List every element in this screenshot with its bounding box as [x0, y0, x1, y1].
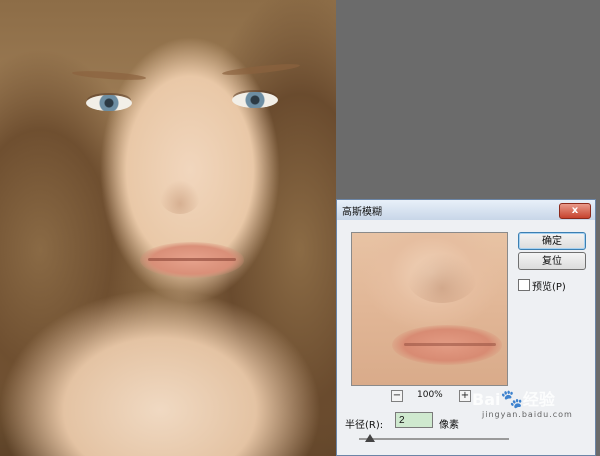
radius-label: 半径(R):: [345, 420, 384, 431]
left-eye: [86, 95, 132, 111]
preview-lip-line: [404, 343, 496, 346]
baidu-brand-suffix: 经验: [522, 390, 555, 409]
radius-input[interactable]: [395, 412, 433, 428]
radius-slider[interactable]: [359, 438, 509, 440]
preview-checkbox[interactable]: [518, 279, 530, 291]
zoom-in-icon[interactable]: +: [459, 390, 471, 402]
blur-preview[interactable]: [351, 232, 508, 386]
left-eyebrow: [71, 69, 147, 82]
zoom-out-icon[interactable]: −: [391, 390, 403, 402]
lip-line: [148, 258, 236, 261]
dialog-title: 高斯模糊: [342, 207, 382, 218]
baidu-watermark: Bai🐾经验 jingyan.baidu.com: [472, 386, 592, 426]
preview-checkbox-label: 预览(P): [532, 282, 566, 293]
dialog-titlebar[interactable]: 高斯模糊 x: [337, 200, 595, 221]
watermark-site: jingyan.baidu.com: [482, 410, 573, 419]
slider-thumb-icon[interactable]: [364, 434, 375, 442]
ok-button[interactable]: 确定: [518, 232, 586, 250]
baidu-brand: Bai: [472, 390, 501, 409]
baidu-paw-icon: 🐾: [500, 389, 523, 410]
right-eye: [232, 92, 278, 108]
photoshop-workspace: 高斯模糊 x − 100% + 确定 复位 预览(P) 半径(R): 2 像素 …: [0, 0, 600, 456]
radius-unit-label: 像素: [439, 420, 459, 431]
zoom-level: 100%: [417, 390, 443, 400]
preview-nose: [407, 253, 477, 303]
reset-button[interactable]: 复位: [518, 252, 586, 270]
close-button[interactable]: x: [559, 203, 591, 219]
portrait-photo: [0, 0, 336, 456]
close-icon: x: [571, 205, 579, 216]
right-eyebrow: [221, 61, 301, 78]
nose: [160, 180, 200, 214]
